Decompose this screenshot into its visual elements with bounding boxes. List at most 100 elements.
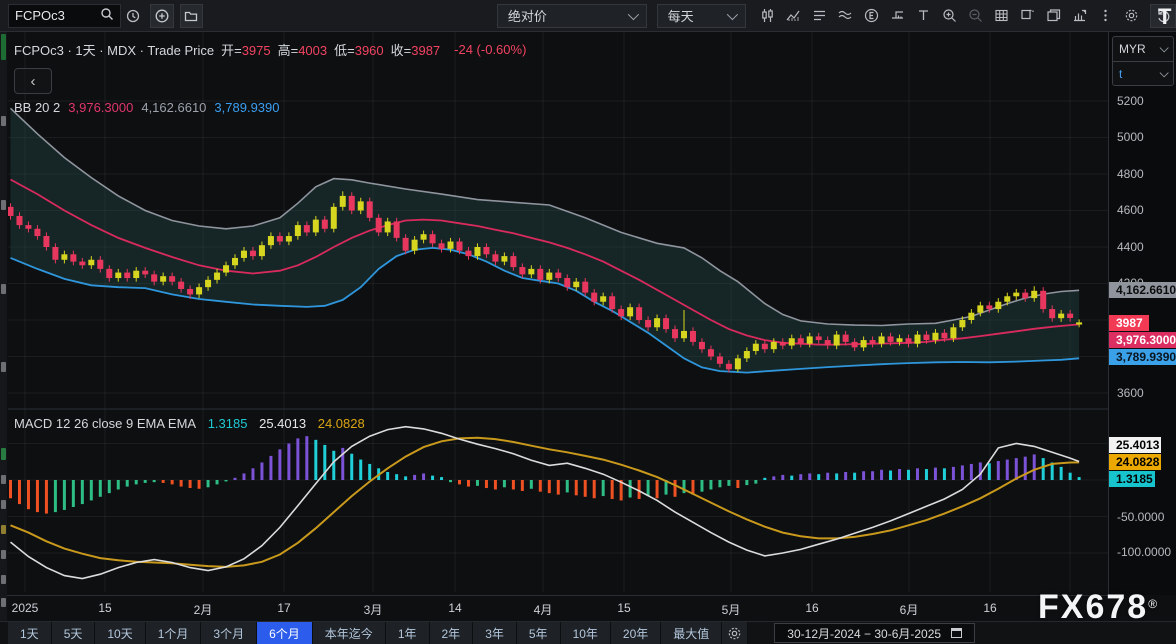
macd-signal-value: 24.0828 — [318, 416, 365, 431]
macd-label: MACD 12 26 close 9 EMA EMA — [14, 416, 196, 431]
macd-hist-value: 1.3185 — [208, 416, 248, 431]
left-edge-fragment — [1, 284, 6, 294]
range-button-10年[interactable]: 10年 — [561, 622, 611, 644]
range-button-1年[interactable]: 1年 — [386, 622, 430, 644]
more-icon[interactable] — [1092, 4, 1118, 28]
waves-icon[interactable] — [832, 4, 858, 28]
symbol-search-input[interactable]: FCPOc3 — [8, 4, 121, 28]
charting-app: FCPOc3 绝对价 每天 T FCPOc3 · 1天 · MDX · Trad… — [0, 0, 1176, 644]
range-button-10天[interactable]: 10天 — [95, 622, 145, 644]
expand-icon[interactable] — [1014, 4, 1040, 28]
ohlc-item: 收=3987 — [391, 43, 441, 58]
text-tool-icon[interactable] — [910, 4, 936, 28]
axis-tick: 4400 — [1117, 240, 1144, 254]
axis-tick: -50.0000 — [1117, 510, 1164, 524]
registered-icon: ® — [1148, 597, 1159, 611]
top-toolbar: FCPOc3 绝对价 每天 T — [0, 0, 1176, 32]
currency-dropdown[interactable]: MYR — [1113, 37, 1173, 61]
range-settings-icon[interactable] — [722, 622, 748, 644]
left-edge-fragment — [1, 200, 6, 210]
candlestick-style-icon[interactable] — [754, 4, 780, 28]
range-button-20年[interactable]: 20年 — [611, 622, 661, 644]
left-edge-fragment — [1, 448, 6, 460]
toolbar-icon-group — [754, 4, 1176, 28]
ohlc-values: 开=3975高=4003低=3960收=3987 — [221, 40, 447, 59]
indicators-icon[interactable] — [780, 4, 806, 28]
price-mode-dropdown[interactable]: 绝对价 — [497, 4, 647, 28]
candle — [1040, 287, 1046, 313]
axis-price-label: 3,789.9390 — [1109, 349, 1176, 365]
date-range-picker[interactable]: 30-12月-2024 − 30-6月-2025 — [774, 623, 975, 643]
bb-legend[interactable]: BB 20 2 3,976.3000 4,162.6610 3,789.9390 — [14, 100, 526, 115]
time-axis-label: 15 — [617, 601, 630, 615]
currency-unit-box: MYR t — [1112, 36, 1174, 86]
axis-price-label: 3987 — [1109, 315, 1149, 331]
left-edge-fragment — [1, 500, 6, 509]
partial-logo: T — [1158, 4, 1176, 30]
axis-tick: 3600 — [1117, 386, 1144, 400]
range-toolbar: 1天5天10天1个月3个月6个月本年迄今1年2年3年5年10年20年最大值 30-… — [0, 621, 1176, 644]
range-button-6个月[interactable]: 6个月 — [257, 622, 313, 644]
left-edge-fragment — [1, 525, 6, 534]
ohlc-header-line: FCPOc3 · 1天 · MDX · Trade Price 开=3975 高=… — [14, 40, 526, 59]
candle — [1013, 289, 1019, 300]
change-value: -24 (-0.60%) — [454, 42, 526, 57]
chart-title: FCPOc3 · 1天 · MDX · Trade Price — [14, 40, 214, 59]
zoom-out-icon — [962, 4, 988, 28]
left-edge-fragment — [1, 34, 6, 60]
price-and-macd-chart[interactable] — [8, 32, 1108, 595]
ohlc-item: 高=4003 — [278, 43, 328, 58]
range-button-最大值[interactable]: 最大值 — [661, 622, 722, 644]
range-button-3年[interactable]: 3年 — [473, 622, 517, 644]
layout-icon[interactable] — [806, 4, 832, 28]
time-axis[interactable]: 2025152月173月144月155月166月16 — [0, 595, 1108, 621]
range-button-5天[interactable]: 5天 — [52, 622, 96, 644]
range-button-1天[interactable]: 1天 — [8, 622, 52, 644]
range-button-本年迄今[interactable]: 本年迄今 — [313, 622, 386, 644]
macd-line-value: 25.4013 — [259, 416, 306, 431]
time-axis-label: 17 — [277, 601, 290, 615]
chevron-down-icon — [627, 8, 638, 19]
left-edge-fragment — [1, 550, 6, 559]
axis-price-label: 3,976.3000 — [1109, 332, 1176, 348]
measure-icon[interactable] — [884, 4, 910, 28]
left-edge-fragment — [1, 598, 6, 607]
range-button-2年[interactable]: 2年 — [430, 622, 474, 644]
axis-tick: 5200 — [1117, 94, 1144, 108]
time-axis-label: 6月 — [900, 601, 919, 618]
range-button-5年[interactable]: 5年 — [517, 622, 561, 644]
zoom-in-icon[interactable] — [936, 4, 962, 28]
folder-icon[interactable] — [180, 4, 203, 28]
date-range-text: 30-12月-2024 − 30-6月-2025 — [787, 625, 941, 642]
time-axis-label: 5月 — [722, 601, 741, 618]
chevron-down-icon — [1160, 68, 1169, 77]
axis-tick: 5000 — [1117, 130, 1144, 144]
bb-upper-value: 4,162.6610 — [141, 100, 206, 115]
axis-price-label: 1.3185 — [1109, 471, 1155, 487]
settings-icon[interactable] — [1118, 4, 1144, 28]
interval-dropdown[interactable]: 每天 — [657, 4, 746, 28]
history-clock-icon[interactable] — [121, 4, 144, 28]
export-chart-icon[interactable] — [1066, 4, 1092, 28]
range-button-1个月[interactable]: 1个月 — [146, 622, 202, 644]
left-edge-fragment — [1, 575, 6, 584]
axis-tick: 4600 — [1117, 203, 1144, 217]
copy-icon[interactable] — [1040, 4, 1066, 28]
events-icon[interactable] — [858, 4, 884, 28]
left-edge-fragment — [1, 362, 6, 372]
price-mode-value: 绝对价 — [508, 6, 547, 25]
bb-mid-value: 3,976.3000 — [68, 100, 133, 115]
add-circle-icon[interactable] — [150, 4, 173, 28]
table-icon[interactable] — [988, 4, 1014, 28]
left-edge-fragment — [1, 116, 6, 126]
macd-legend[interactable]: MACD 12 26 close 9 EMA EMA 1.3185 25.401… — [14, 416, 373, 431]
range-button-3个月[interactable]: 3个月 — [201, 622, 257, 644]
ohlc-item: 开=3975 — [221, 43, 271, 58]
collapse-legend-button[interactable]: ‹ — [14, 68, 52, 94]
time-axis-label: 2月 — [194, 601, 213, 618]
bb-lower-value: 3,789.9390 — [214, 100, 279, 115]
left-edge-fragment — [1, 475, 6, 484]
bb-label: BB 20 2 — [14, 100, 60, 115]
unit-dropdown[interactable]: t — [1113, 61, 1173, 85]
price-axis-panel[interactable]: MYR t 5200500048004600440042003600-50.00… — [1108, 32, 1176, 595]
